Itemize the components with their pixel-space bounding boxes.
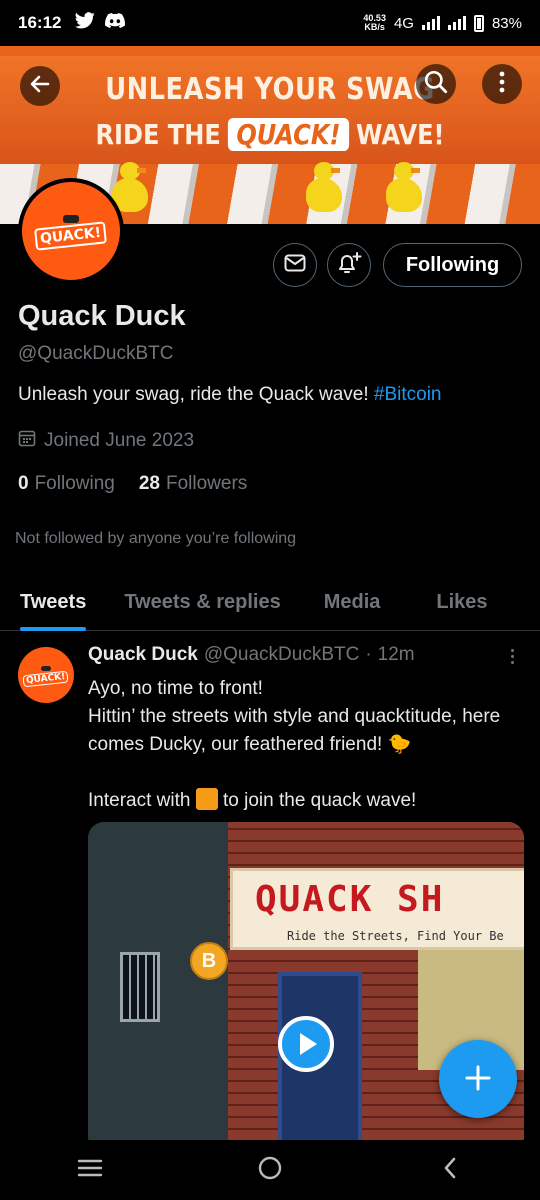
arrow-left-icon: [28, 72, 52, 101]
banner-quack-logo: QUACK!: [227, 118, 350, 151]
profile-bio: Unleash your swag, ride the Quack wave! …: [18, 384, 442, 406]
more-vertical-icon: [510, 648, 514, 652]
search-icon: [423, 69, 449, 100]
banner-slogan-line2: RIDE THE QUACK! WAVE!: [38, 118, 502, 151]
network-speed-unit: KB/s: [364, 22, 385, 32]
home-button[interactable]: [240, 1140, 300, 1200]
sunglasses-icon: [41, 665, 51, 671]
profile-handle: @QuackDuckBTC: [18, 343, 174, 364]
joined-date: Joined June 2023: [18, 429, 194, 453]
search-button[interactable]: [416, 64, 456, 104]
follow-counts: 0 Following 28 Followers: [18, 473, 247, 495]
tab-tweets[interactable]: Tweets: [20, 574, 87, 631]
tweet-author-handle[interactable]: @QuackDuckBTC: [204, 644, 360, 666]
more-options-button[interactable]: [482, 64, 522, 104]
notifications-button[interactable]: [327, 243, 371, 287]
plus-icon: [464, 1057, 492, 1102]
following-count-link[interactable]: 0 Following: [18, 473, 115, 495]
tweet-author-name[interactable]: Quack Duck: [88, 644, 198, 666]
play-icon[interactable]: [278, 1016, 334, 1072]
active-tab-indicator: [20, 627, 87, 631]
avatar-logo-text: QUACK!: [34, 221, 108, 251]
tab-likes[interactable]: Likes: [436, 574, 487, 631]
tweet-line-post: to join the quack wave!: [223, 790, 417, 811]
bell-plus-icon: [336, 251, 362, 280]
status-time: 16:12: [18, 13, 62, 32]
profile-name: Quack Duck: [18, 300, 186, 332]
more-vertical-icon: [510, 660, 514, 664]
video-shop-sign: QUACK SH Ride the Streets, Find Your Be: [230, 868, 524, 950]
tab-label: Likes: [436, 591, 488, 613]
compose-tweet-button[interactable]: [439, 1040, 517, 1118]
tweet-line: Hittin’ the streets with style and quack…: [88, 706, 501, 755]
following-count: 0: [18, 473, 29, 494]
tweet-header: Quack Duck @QuackDuckBTC · 12m: [88, 644, 415, 666]
network-speed: 40.53 KB/s: [363, 14, 386, 32]
status-bar: 16:12 40.53 KB/s 4G 83%: [0, 0, 540, 46]
followers-count: 28: [138, 473, 160, 494]
tweet-line: Ayo, no time to front!: [88, 678, 263, 699]
tweet-separator: ·: [365, 644, 372, 665]
back-button[interactable]: [20, 66, 60, 106]
tweet-text: Ayo, no time to front! Hittin’ the stree…: [88, 675, 528, 815]
chevron-left-icon: [442, 1156, 458, 1185]
tweet-avatar-logo: QUACK!: [22, 670, 70, 687]
joined-text: Joined June 2023: [44, 430, 195, 451]
tab-label: Media: [323, 591, 381, 613]
followers-label: Followers: [165, 473, 248, 494]
more-vertical-icon: [510, 654, 514, 658]
avatar-image: QUACK!: [22, 182, 120, 280]
battery-icon: [473, 14, 484, 32]
tab-media[interactable]: Media: [324, 574, 381, 631]
tab-label: Tweets & replies: [124, 591, 281, 613]
shop-sign-subtitle: Ride the Streets, Find Your Be: [287, 929, 504, 943]
recent-apps-button[interactable]: [60, 1140, 120, 1200]
video-window: [120, 952, 160, 1022]
tab-label: Tweets: [20, 591, 87, 613]
message-button[interactable]: [273, 243, 317, 287]
following-button[interactable]: Following: [383, 243, 522, 287]
duck-illustration: [386, 162, 422, 212]
discord-icon: [105, 13, 126, 33]
network-type: 4G: [393, 14, 414, 32]
circle-home-icon: [257, 1155, 283, 1186]
tweet-blank-line: [88, 759, 528, 787]
system-nav-bar: [0, 1140, 540, 1200]
tweet-time: 12m: [377, 644, 415, 665]
bitcoin-coin-icon: B: [190, 942, 228, 980]
bio-text: Unleash your swag, ride the Quack wave!: [18, 384, 374, 405]
signal-icon-2: [447, 16, 466, 30]
more-vertical-icon: [499, 71, 505, 98]
banner-wave: WAVE!: [355, 118, 445, 151]
battery-level: 83%: [491, 14, 522, 32]
calendar-icon: [18, 429, 36, 453]
tweet-line-pre: Interact with: [88, 790, 191, 811]
video-alley: [88, 822, 238, 1152]
signal-icon: [421, 16, 440, 30]
profile-avatar[interactable]: QUACK!: [18, 178, 124, 284]
orange-square-emoji-icon: [195, 788, 218, 810]
hashtag-link[interactable]: #Bitcoin: [374, 384, 442, 405]
envelope-icon: [284, 254, 306, 277]
shop-sign-title: QUACK SH: [255, 879, 445, 920]
twitter-bird-icon: [75, 12, 96, 34]
banner-ride-the: RIDE THE: [95, 118, 221, 151]
tweet-more-button[interactable]: [502, 646, 522, 666]
duck-illustration: [306, 162, 342, 212]
tweet-line: Interact with to join the quack wave!: [88, 787, 528, 815]
tweet-avatar[interactable]: QUACK!: [18, 647, 74, 703]
followers-count-link[interactable]: 28 Followers: [139, 473, 247, 495]
sunglasses-icon: [63, 215, 79, 223]
not-followed-note: Not followed by anyone you’re following: [15, 530, 297, 547]
back-nav-button[interactable]: [420, 1140, 480, 1200]
tab-tweets-replies[interactable]: Tweets & replies: [124, 574, 280, 631]
following-label: Following: [34, 473, 115, 494]
profile-tabs: Tweets Tweets & replies Media Likes: [0, 574, 540, 631]
menu-lines-icon: [77, 1158, 103, 1183]
